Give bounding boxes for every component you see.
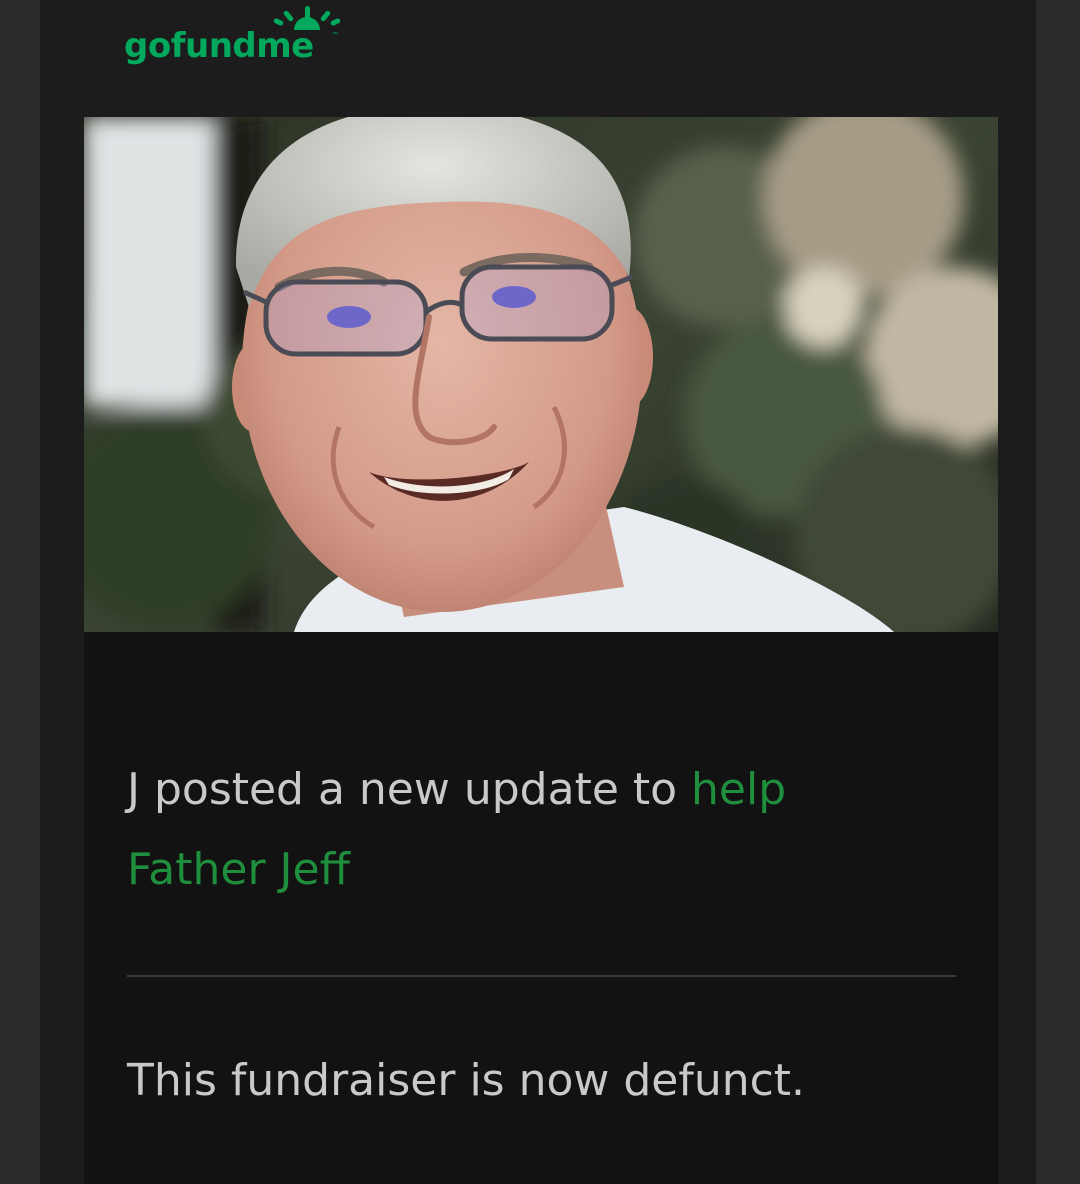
trademark-mark: ™ — [332, 32, 338, 38]
gofundme-logo[interactable]: gofundme ™ — [124, 4, 354, 74]
profile-photo-icon — [84, 117, 998, 632]
status-message: This fundraiser is now defunct. — [127, 1055, 806, 1106]
divider — [127, 975, 956, 977]
update-headline: J posted a new update to help Father Jef… — [127, 750, 927, 910]
sunrise-icon — [273, 6, 341, 30]
update-card: J posted a new update to help Father Jef… — [84, 632, 998, 1184]
fundraiser-photo[interactable] — [84, 117, 998, 632]
update-text: J posted a new update to — [127, 764, 692, 815]
